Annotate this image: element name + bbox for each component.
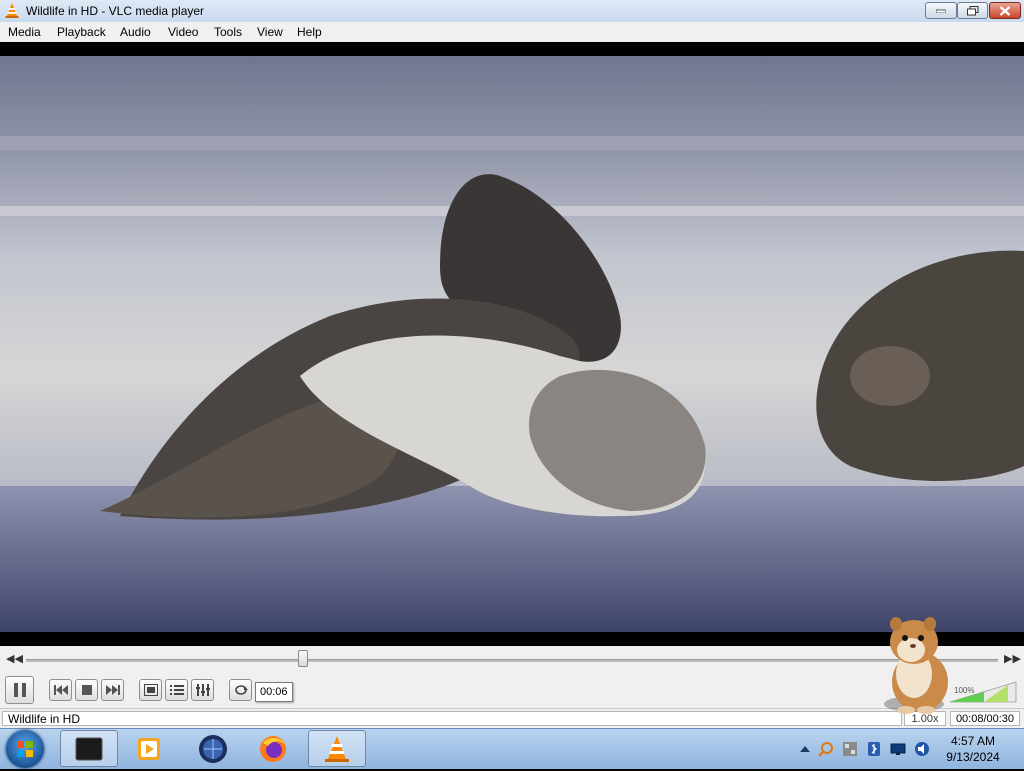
pause-icon [13,683,26,697]
menu-audio[interactable]: Audio [120,25,151,39]
media-player-icon [138,737,160,760]
clock-time: 4:57 AM [950,734,996,748]
loop-button[interactable] [229,679,252,701]
bluetooth-tray-icon[interactable] [866,741,882,757]
taskbar: 4:57 AM 9/13/2024 [0,728,1024,769]
media-title: Wildlife in HD [2,711,902,726]
restore-button[interactable] [957,2,988,19]
equalizer-icon [195,684,210,696]
firefox-icon [260,735,286,762]
search-tray-icon[interactable] [818,741,834,757]
video-frame-seals [0,56,1024,632]
fullscreen-button[interactable] [139,679,162,701]
fullscreen-icon [143,684,158,696]
taskbar-globe[interactable] [184,730,242,767]
stop-icon [81,685,92,695]
windows-logo-icon [17,741,33,757]
playlist-icon [169,685,184,695]
clock-date: 9/13/2024 [946,750,1000,764]
time-tooltip: 00:06 [255,682,293,702]
network-tray-icon[interactable] [842,741,858,757]
volume-label: 100% [954,686,974,695]
playlist-button[interactable] [165,679,188,701]
menu-help[interactable]: Help [297,25,322,39]
vlc-cone-icon [5,3,19,18]
seek-forward-icon[interactable]: ▶▶ [1004,652,1021,665]
terminal-app-icon [75,737,103,760]
next-icon [105,685,120,695]
pause-button[interactable] [5,676,34,704]
seek-slider[interactable] [26,659,998,662]
display-tray-icon[interactable] [890,741,906,757]
hamster-mascot [884,617,948,714]
show-hidden-icons-icon[interactable] [797,741,813,757]
close-button[interactable] [989,2,1021,19]
menu-tools[interactable]: Tools [214,25,242,39]
volume-tray-icon[interactable] [914,741,930,757]
elapsed-total-time[interactable]: 00:08/00:30 [950,711,1020,726]
start-button[interactable] [6,730,44,768]
playback-controls: ◀◀ ▶▶ 00:06 100% [0,646,1024,708]
previous-icon [53,685,68,695]
taskbar-vlc[interactable] [308,730,366,767]
previous-button[interactable] [49,679,72,701]
menu-video[interactable]: Video [168,25,198,39]
minimize-icon [936,9,946,13]
loop-icon [234,685,248,695]
volume-slider[interactable]: 100% [948,681,1018,703]
menu-view[interactable]: View [257,25,283,39]
taskbar-media-player[interactable] [120,730,178,767]
restore-icon [966,5,978,15]
window-title: Wildlife in HD - VLC media player [26,4,205,18]
menu-playback[interactable]: Playback [57,25,106,39]
menu-media[interactable]: Media [8,25,41,39]
seek-back-icon[interactable]: ◀◀ [6,652,23,665]
seek-handle[interactable] [298,650,308,667]
status-bar: Wildlife in HD 1.00x 00:08/00:30 [0,708,1024,729]
next-button[interactable] [101,679,124,701]
globe-app-icon [199,734,227,763]
taskbar-firefox[interactable] [244,730,302,767]
extended-settings-button[interactable] [191,679,214,701]
system-clock[interactable]: 4:57 AM 9/13/2024 [940,733,1006,765]
stop-button[interactable] [75,679,98,701]
minimize-button[interactable] [925,2,957,19]
close-icon [999,5,1011,16]
taskbar-terminal[interactable] [60,730,118,767]
video-display[interactable] [0,42,1024,646]
title-bar: Wildlife in HD - VLC media player [0,0,1024,23]
menu-bar: Media Playback Audio Video Tools View He… [0,22,1024,42]
vlc-cone-icon [325,735,349,762]
